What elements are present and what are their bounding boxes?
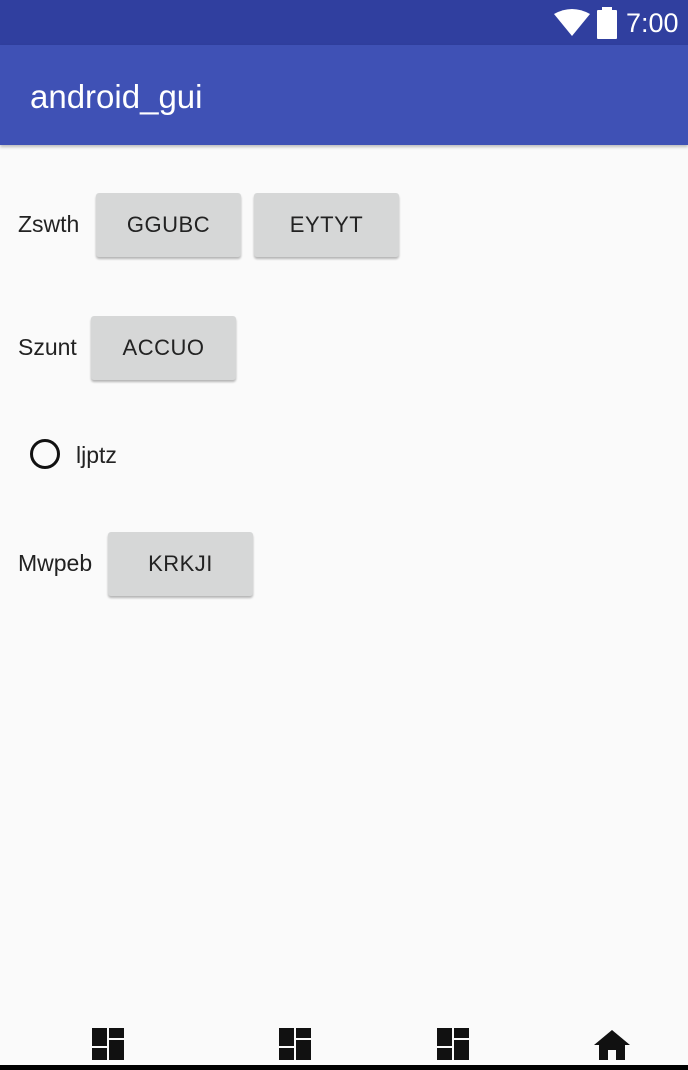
- app-title: android_gui: [30, 78, 203, 115]
- radio-button-ljptz[interactable]: [30, 439, 60, 469]
- status-clock: 7:00: [626, 8, 679, 38]
- radio-label-ljptz[interactable]: ljptz: [76, 440, 117, 470]
- dashboard-icon[interactable]: [279, 1028, 311, 1060]
- row-label-mwpeb: Mwpeb: [18, 550, 93, 576]
- home-icon[interactable]: [594, 1030, 630, 1060]
- dashboard-icon[interactable]: [92, 1028, 124, 1060]
- status-bar: 7:00: [0, 0, 688, 45]
- battery-icon: [597, 7, 617, 39]
- wifi-icon: [554, 9, 590, 36]
- ggubc-button[interactable]: GGUBC: [96, 193, 241, 257]
- bottom-nav-bar: [0, 1020, 688, 1070]
- nav-baseline: [0, 1065, 688, 1070]
- row-label-zswth: Zswth: [18, 211, 80, 237]
- krkji-button[interactable]: KRKJI: [108, 532, 253, 596]
- app-bar: android_gui: [0, 45, 688, 145]
- accuo-button[interactable]: ACCUO: [91, 316, 236, 380]
- eytyt-button[interactable]: EYTYT: [254, 193, 399, 257]
- dashboard-icon[interactable]: [437, 1028, 469, 1060]
- row-label-szunt: Szunt: [18, 334, 77, 360]
